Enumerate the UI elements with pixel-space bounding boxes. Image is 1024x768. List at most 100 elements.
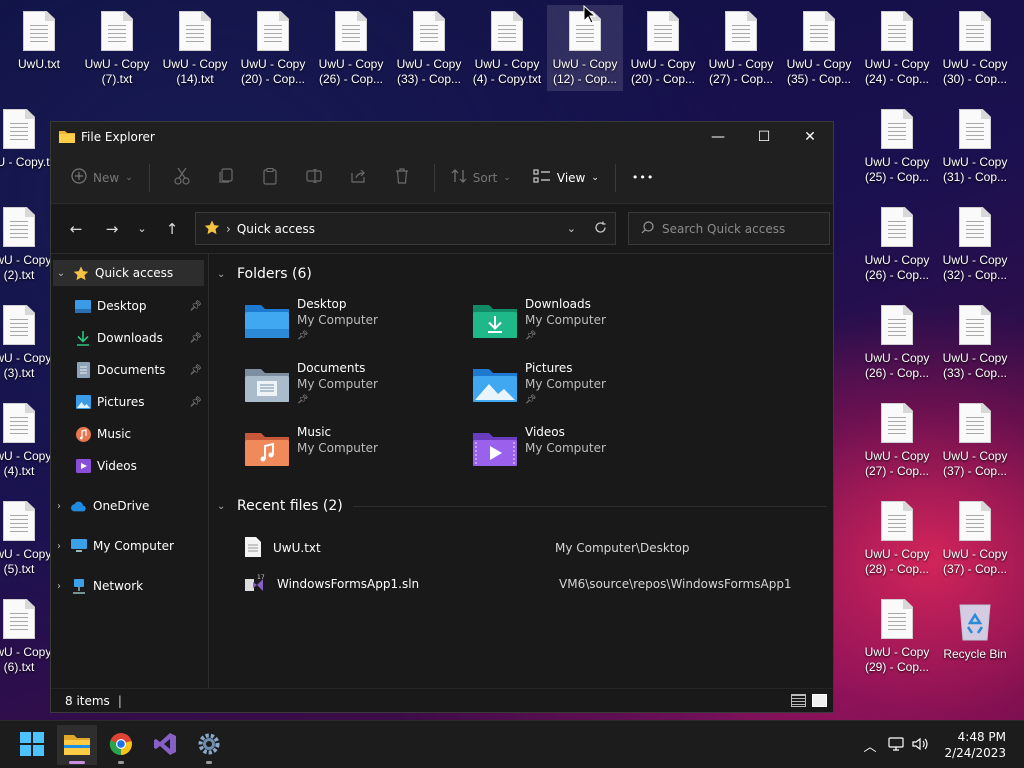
close-button[interactable]: ✕ <box>787 122 833 152</box>
desktop-icon-file[interactable]: UwU - Copy (20) - Cop... <box>235 5 311 91</box>
rename-button[interactable] <box>298 168 330 186</box>
desktop-icon-file[interactable]: UwU - Copy.txt <box>0 103 59 189</box>
chevron-right-icon[interactable]: › <box>51 581 67 592</box>
forward-button[interactable]: → <box>97 220 127 238</box>
search-input[interactable] <box>662 221 812 236</box>
chevron-right-icon[interactable]: › <box>51 541 67 552</box>
taskbar-settings[interactable] <box>189 725 229 765</box>
sidebar-item-downloads[interactable]: Downloads 📌︎ <box>51 322 208 354</box>
chevron-down-icon[interactable]: ⌄ <box>53 268 69 279</box>
sort-button[interactable]: Sort ⌄ <box>445 162 517 194</box>
network-icon[interactable] <box>888 736 905 754</box>
desktop-icon-label: UwU - Copy(5).txt <box>0 547 52 576</box>
start-button[interactable] <box>12 725 52 765</box>
desktop-icon-file[interactable]: UwU - Copy (37) - Cop... <box>937 397 1013 483</box>
recent-files-group-header[interactable]: ⌄ Recent files (2) <box>217 492 833 520</box>
desktop-icon-file[interactable]: UwU - Copy (29) - Cop... <box>859 593 935 679</box>
folder-tile-videos[interactable]: Videos My Computer <box>473 424 701 474</box>
sidebar-item-pictures[interactable]: Pictures 📌︎ <box>51 386 208 418</box>
desktop-folder-icon <box>245 302 289 340</box>
minimize-button[interactable]: — <box>695 122 741 152</box>
desktop-icon-file[interactable]: UwU - Copy(3).txt <box>0 299 57 385</box>
sidebar-item-quick-access[interactable]: ⌄ Quick access <box>53 260 204 286</box>
up-button[interactable]: ↑ <box>157 220 187 238</box>
downloads-folder-icon <box>473 302 517 340</box>
back-button[interactable]: ← <box>61 220 91 238</box>
desktop-icon-recycle-bin[interactable]: Recycle Bin <box>937 593 1013 679</box>
taskbar-file-explorer[interactable] <box>57 725 97 765</box>
desktop-icon-file[interactable]: UwU - Copy(2).txt <box>0 201 57 287</box>
sidebar-item-desktop[interactable]: Desktop 📌︎ <box>51 290 208 322</box>
folder-name: Pictures <box>525 361 573 375</box>
desktop-icon-file[interactable]: UwU - Copy (14).txt <box>157 5 233 91</box>
desktop-icon-file[interactable]: UwU - Copy(4).txt <box>0 397 57 483</box>
folder-tile-music[interactable]: Music My Computer <box>245 424 473 474</box>
desktop-icon-file[interactable]: UwU - Copy (7).txt <box>79 5 155 91</box>
text-file-icon <box>959 403 991 443</box>
chevron-down-icon[interactable]: ⌄ <box>217 501 231 512</box>
desktop-icon-file[interactable]: UwU - Copy (33) - Cop... <box>391 5 467 91</box>
clock[interactable]: 4:48 PM 2/24/2023 <box>944 729 1006 761</box>
delete-button[interactable] <box>386 168 418 187</box>
folder-tile-pictures[interactable]: Pictures My Computer 📌︎ <box>473 360 701 410</box>
recent-file-row[interactable]: UwU.txt My Computer\Desktop <box>245 530 833 566</box>
taskbar-visual-studio[interactable] <box>145 725 185 765</box>
refresh-icon[interactable] <box>594 221 607 237</box>
recent-file-row[interactable]: 17 WindowsFormsApp1.sln VM6\source\repos… <box>245 566 833 602</box>
chevron-down-icon[interactable]: ⌄ <box>217 269 231 280</box>
sidebar-item-my-computer[interactable]: › My Computer <box>51 530 208 562</box>
breadcrumb-quick-access[interactable]: Quick access <box>237 222 315 236</box>
desktop-icon-file[interactable]: UwU - Copy (27) - Cop... <box>703 5 779 91</box>
desktop-icon-file[interactable]: UwU - Copy (26) - Cop... <box>859 201 935 287</box>
desktop-icon-label: UwU - Copy (32) - Cop... <box>942 253 1008 282</box>
chevron-down-icon[interactable]: ⌄ <box>567 222 576 235</box>
address-bar[interactable]: › Quick access ⌄ <box>195 212 616 245</box>
pin-icon: 📌︎ <box>525 331 537 341</box>
folder-location: My Computer <box>525 441 606 455</box>
recent-locations-button[interactable]: ⌄ <box>127 222 157 235</box>
desktop-icon-file[interactable]: UwU - Copy (37) - Cop... <box>937 495 1013 581</box>
desktop-icon-file[interactable]: UwU - Copy (33) - Cop... <box>937 299 1013 385</box>
share-button[interactable] <box>342 168 374 187</box>
folder-tile-downloads[interactable]: Downloads My Computer 📌︎ <box>473 296 701 346</box>
sidebar-item-videos[interactable]: Videos <box>51 450 208 482</box>
sidebar-item-onedrive[interactable]: › OneDrive <box>51 490 208 522</box>
desktop-icon-file[interactable]: UwU - Copy(5).txt <box>0 495 57 581</box>
view-button[interactable]: View ⌄ <box>527 162 605 194</box>
desktop-icon-file[interactable]: UwU - Copy (20) - Cop... <box>625 5 701 91</box>
desktop-icon-file[interactable]: UwU - Copy(6).txt <box>0 593 57 679</box>
chevron-right-icon[interactable]: › <box>51 501 67 512</box>
desktop-icon-file[interactable]: UwU - Copy (32) - Cop... <box>937 201 1013 287</box>
taskbar-chrome[interactable] <box>101 725 141 765</box>
cut-button[interactable] <box>166 167 198 188</box>
more-options-button[interactable]: ••• <box>626 162 660 194</box>
desktop-icon-file[interactable]: UwU - Copy (24) - Cop... <box>859 5 935 91</box>
desktop-icon-file[interactable]: UwU - Copy (26) - Cop... <box>859 299 935 385</box>
folder-tile-documents[interactable]: Documents My Computer 📌︎ <box>245 360 473 410</box>
tiles-view-icon[interactable] <box>812 694 827 707</box>
sidebar-item-music[interactable]: Music <box>51 418 208 450</box>
sidebar-item-documents[interactable]: Documents 📌︎ <box>51 354 208 386</box>
maximize-button[interactable]: ☐ <box>741 122 787 152</box>
details-view-icon[interactable] <box>791 694 806 707</box>
folders-group-header[interactable]: ⌄ Folders (6) <box>217 260 833 288</box>
desktop-icon-file[interactable]: UwU - Copy (30) - Cop... <box>937 5 1013 91</box>
desktop-icon-file[interactable]: UwU - Copy (26) - Cop... <box>313 5 389 91</box>
desktop-icon-file[interactable]: UwU - Copy (25) - Cop... <box>859 103 935 189</box>
title-bar[interactable]: File Explorer — ☐ ✕ <box>51 122 833 152</box>
desktop-icon-file[interactable]: UwU - Copy (4) - Copy.txt <box>469 5 545 91</box>
new-button[interactable]: New ⌄ <box>65 162 139 194</box>
desktop-icon-file[interactable]: UwU - Copy (35) - Cop... <box>781 5 857 91</box>
volume-icon[interactable] <box>912 737 929 754</box>
copy-button[interactable] <box>210 168 242 187</box>
paste-button[interactable] <box>254 167 286 188</box>
desktop-icon-file[interactable]: UwU - Copy (27) - Cop... <box>859 397 935 483</box>
sidebar-item-network[interactable]: › Network <box>51 570 208 602</box>
chevron-up-icon[interactable]: ︿ <box>863 736 876 755</box>
desktop-icon-file[interactable]: UwU - Copy (28) - Cop... <box>859 495 935 581</box>
pin-icon: 📌︎ <box>189 364 202 376</box>
folder-tile-desktop[interactable]: Desktop My Computer 📌︎ <box>245 296 473 346</box>
desktop-icon-file[interactable]: UwU - Copy (31) - Cop... <box>937 103 1013 189</box>
desktop-icon-file[interactable]: UwU.txt <box>1 5 77 91</box>
search-box[interactable] <box>628 212 830 245</box>
